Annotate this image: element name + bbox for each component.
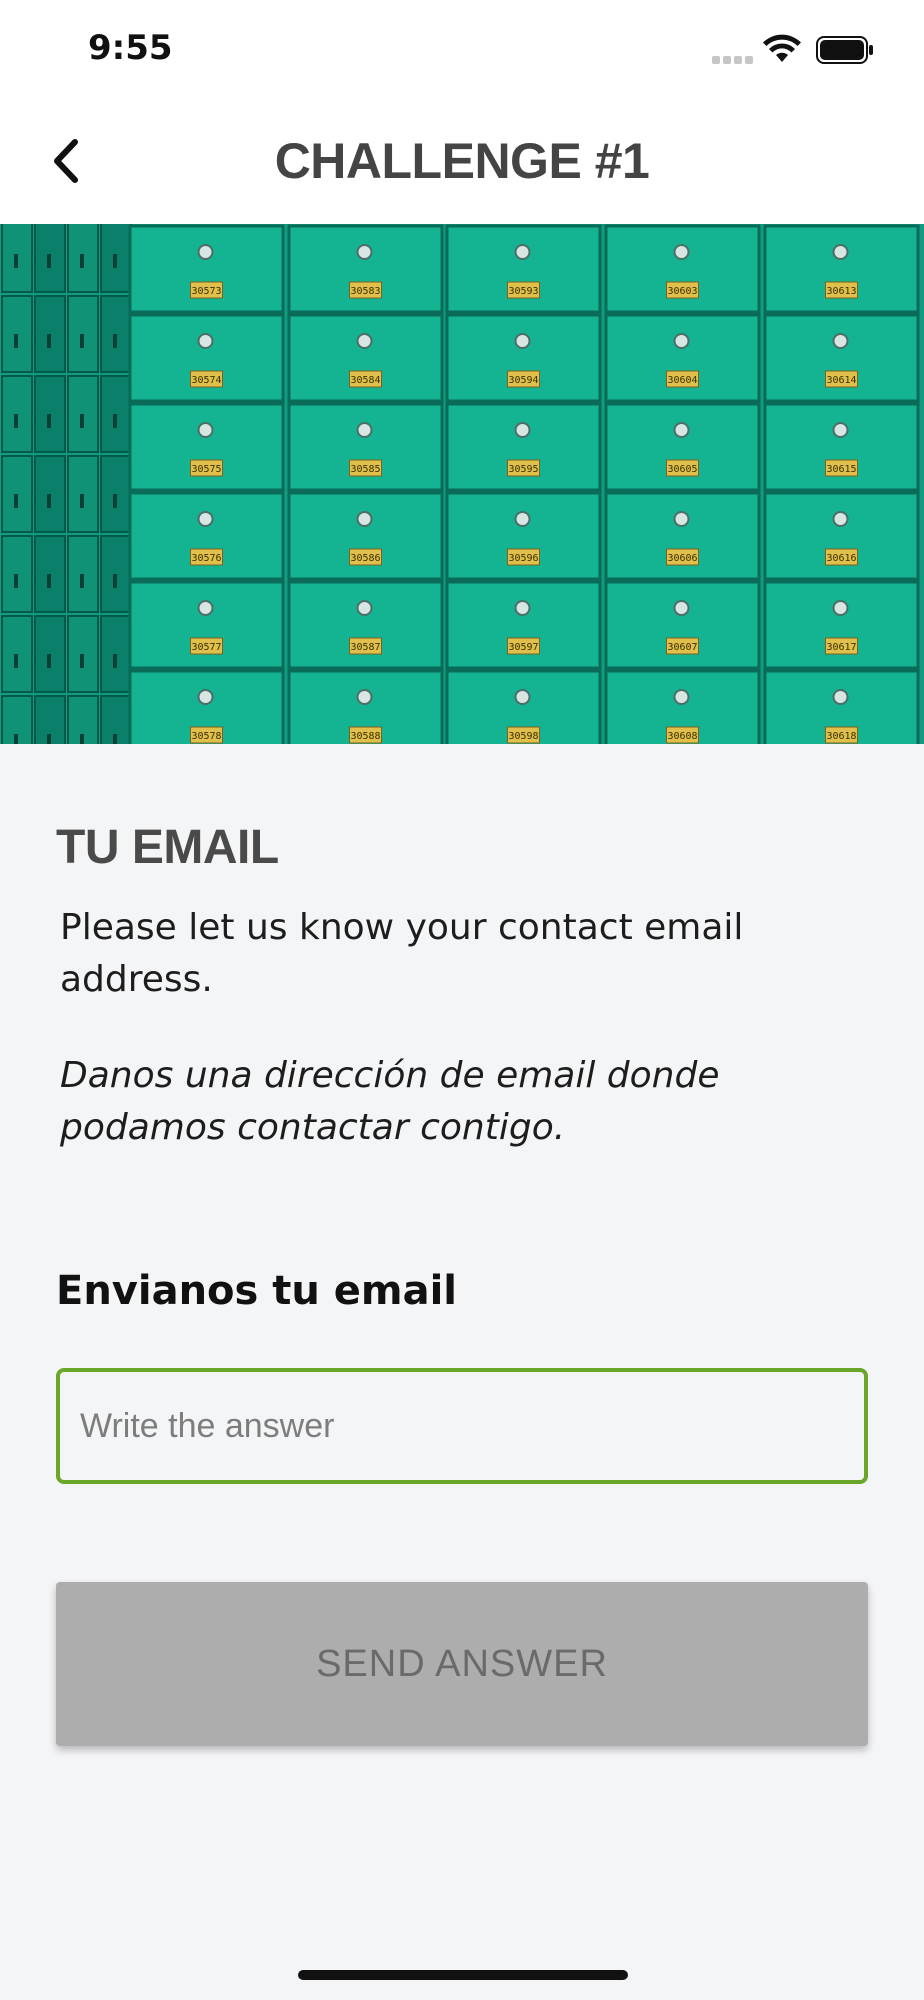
svg-text:30574: 30574: [191, 375, 221, 386]
wifi-icon: [763, 34, 801, 62]
svg-text:30597: 30597: [508, 642, 538, 653]
description-english: Please let us know your contact email ad…: [60, 907, 744, 1000]
svg-text:30593: 30593: [508, 286, 538, 297]
cellular-signal-icon: [712, 56, 753, 64]
svg-text:30585: 30585: [350, 464, 380, 475]
svg-text:30604: 30604: [667, 375, 697, 386]
svg-text:30615: 30615: [826, 464, 856, 475]
section-title: TU EMAIL: [56, 821, 279, 874]
svg-text:30596: 30596: [508, 553, 538, 564]
svg-text:30577: 30577: [191, 642, 221, 653]
svg-text:30578: 30578: [191, 731, 221, 742]
field-label: Envianos tu email: [56, 1268, 458, 1314]
hero-image: 30573 30583 30593 30603 30613 30574 30584 30594…: [0, 224, 924, 744]
svg-text:30606: 30606: [667, 553, 697, 564]
svg-text:30605: 30605: [667, 464, 697, 475]
svg-text:30594: 30594: [508, 375, 538, 386]
svg-text:30573: 30573: [191, 286, 221, 297]
svg-text:30584: 30584: [350, 375, 380, 386]
safe-deposit-boxes-image: 30573 30583 30593 30603 30613 30574 30584 30594…: [0, 224, 924, 744]
svg-text:30587: 30587: [350, 642, 380, 653]
svg-text:30613: 30613: [826, 286, 856, 297]
svg-text:30616: 30616: [826, 553, 856, 564]
svg-text:30583: 30583: [350, 286, 380, 297]
svg-text:30595: 30595: [508, 464, 538, 475]
svg-text:30598: 30598: [508, 731, 538, 742]
svg-text:30575: 30575: [191, 464, 221, 475]
svg-text:30588: 30588: [350, 731, 380, 742]
svg-text:30603: 30603: [667, 286, 697, 297]
page-title: CHALLENGE #1: [274, 133, 650, 189]
svg-text:30608: 30608: [667, 731, 697, 742]
svg-text:30618: 30618: [826, 731, 856, 742]
navigation-bar: CHALLENGE #1: [0, 100, 924, 224]
status-time: 9:55: [88, 28, 173, 68]
description-spanish: Danos una dirección de email donde podam…: [60, 1055, 720, 1148]
svg-text:30607: 30607: [667, 642, 697, 653]
svg-text:30576: 30576: [191, 553, 221, 564]
home-indicator: [298, 1970, 628, 1980]
svg-text:30617: 30617: [826, 642, 856, 653]
status-bar: 9:55: [0, 0, 924, 100]
answer-input[interactable]: [56, 1368, 868, 1484]
send-answer-button[interactable]: SEND ANSWER: [56, 1582, 868, 1746]
svg-text:30614: 30614: [826, 375, 856, 386]
battery-icon: [816, 36, 873, 64]
svg-text:30586: 30586: [350, 553, 380, 564]
